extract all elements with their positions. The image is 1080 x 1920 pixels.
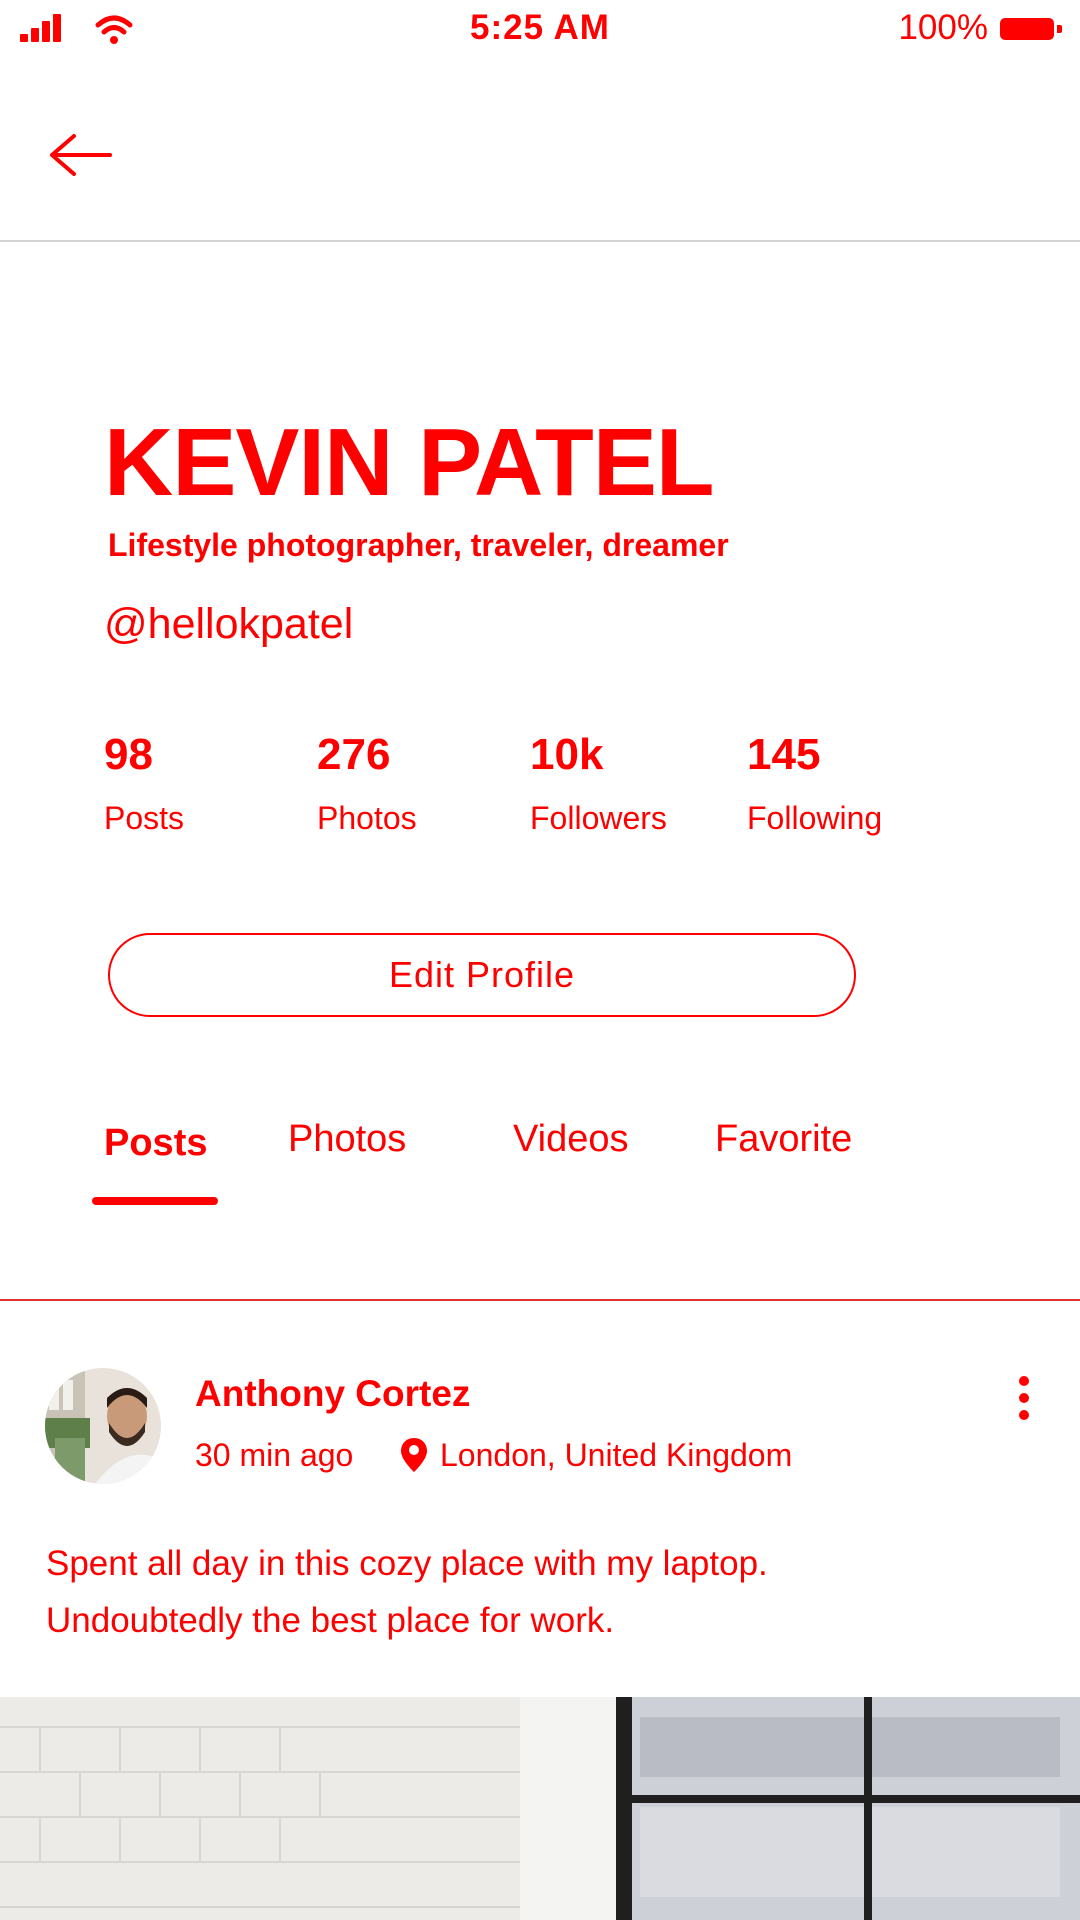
stat-followers-label[interactable]: Followers <box>530 800 667 837</box>
stat-following-value: 145 <box>747 730 821 779</box>
profile-bio: Lifestyle photographer, traveler, dreame… <box>108 527 729 563</box>
tabs-divider <box>0 1299 1080 1301</box>
post-location[interactable]: London, United Kingdom <box>440 1437 792 1474</box>
header-divider <box>0 240 1080 242</box>
stat-photos-label[interactable]: Photos <box>317 800 417 837</box>
more-vertical-icon[interactable] <box>1016 1376 1032 1420</box>
edit-profile-button[interactable]: Edit Profile <box>108 933 856 1017</box>
tab-favorite[interactable]: Favorite <box>715 1118 852 1161</box>
avatar[interactable] <box>45 1368 161 1484</box>
stat-following-label[interactable]: Following <box>747 800 882 837</box>
profile-handle: @hellokpatel <box>104 600 354 648</box>
post-author-name[interactable]: Anthony Cortez <box>195 1373 470 1415</box>
tab-posts[interactable]: Posts <box>104 1122 207 1165</box>
back-arrow-icon[interactable] <box>48 132 112 178</box>
post-text-line-2: Undoubtedly the best place for work. <box>46 1601 615 1640</box>
battery-icon <box>1000 18 1062 40</box>
stat-posts-label[interactable]: Posts <box>104 800 184 837</box>
post-timestamp: 30 min ago <box>195 1437 354 1473</box>
post-text: Spent all day in this cozy place with my… <box>46 1535 1026 1649</box>
battery-percentage: 100% <box>898 8 988 47</box>
post-image[interactable] <box>0 1697 1080 1920</box>
post-text-line-1: Spent all day in this cozy place with my… <box>46 1544 768 1583</box>
tab-photos[interactable]: Photos <box>288 1118 406 1161</box>
stat-posts-value: 98 <box>104 730 153 779</box>
stat-followers-value: 10k <box>530 730 604 779</box>
active-tab-indicator <box>92 1197 218 1205</box>
profile-name: KEVIN PATEL <box>104 409 714 516</box>
location-pin-icon <box>401 1438 427 1472</box>
tab-videos[interactable]: Videos <box>513 1118 629 1161</box>
stat-photos-value: 276 <box>317 730 391 779</box>
